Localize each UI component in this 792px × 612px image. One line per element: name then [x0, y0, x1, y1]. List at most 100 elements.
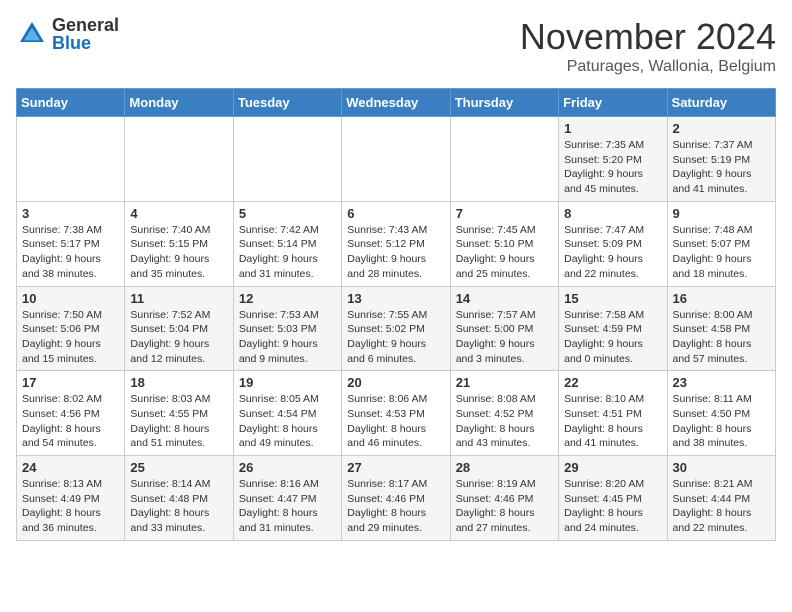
calendar-day-cell: 26Sunrise: 8:16 AM Sunset: 4:47 PM Dayli…: [233, 456, 341, 541]
header: General Blue November 2024 Paturages, Wa…: [16, 16, 776, 76]
calendar-day-cell: 21Sunrise: 8:08 AM Sunset: 4:52 PM Dayli…: [450, 371, 558, 456]
calendar-week-row: 1 Sunrise: 7:35 AM Sunset: 5:20 PM Daylig…: [17, 117, 776, 202]
location-subtitle: Paturages, Wallonia, Belgium: [520, 58, 776, 76]
calendar-day-cell: 4 Sunrise: 7:40 AM Sunset: 5:15 PM Daylig…: [125, 201, 233, 286]
calendar-day-cell: [125, 117, 233, 202]
day-info: Sunrise: 8:05 AM Sunset: 4:54 PM Dayligh…: [239, 392, 336, 451]
day-info: Sunrise: 8:11 AM Sunset: 4:50 PM Dayligh…: [673, 392, 770, 451]
calendar-day-cell: 5Sunrise: 7:42 AM Sunset: 5:14 PM Daylig…: [233, 201, 341, 286]
day-info: Sunrise: 8:19 AM Sunset: 4:46 PM Dayligh…: [456, 477, 553, 536]
calendar-header-row: SundayMondayTuesdayWednesdayThursdayFrid…: [17, 89, 776, 117]
calendar-week-row: 17 Sunrise: 8:02 AM Sunset: 4:56 PM Dayli…: [17, 371, 776, 456]
logo-icon: [16, 18, 48, 50]
calendar-day-cell: 13 Sunrise: 7:55 AM Sunset: 5:02 PM Dayli…: [342, 286, 450, 371]
day-info: Sunrise: 7:45 AM Sunset: 5:10 PM Dayligh…: [456, 223, 553, 282]
calendar-day-cell: 19 Sunrise: 8:05 AM Sunset: 4:54 PM Dayli…: [233, 371, 341, 456]
day-of-week-header: Wednesday: [342, 89, 450, 117]
calendar-day-cell: 9Sunrise: 7:48 AM Sunset: 5:07 PM Daylig…: [667, 201, 775, 286]
day-info: Sunrise: 8:10 AM Sunset: 4:51 PM Dayligh…: [564, 392, 661, 451]
calendar-day-cell: 28Sunrise: 8:19 AM Sunset: 4:46 PM Dayli…: [450, 456, 558, 541]
day-number: 9: [673, 206, 770, 221]
day-number: 13: [347, 291, 444, 306]
day-info: Sunrise: 8:03 AM Sunset: 4:55 PM Dayligh…: [130, 392, 227, 451]
day-number: 1: [564, 121, 661, 136]
calendar-day-cell: 23 Sunrise: 8:11 AM Sunset: 4:50 PM Dayli…: [667, 371, 775, 456]
calendar-day-cell: 10Sunrise: 7:50 AM Sunset: 5:06 PM Dayli…: [17, 286, 125, 371]
calendar-day-cell: 29Sunrise: 8:20 AM Sunset: 4:45 PM Dayli…: [559, 456, 667, 541]
day-number: 12: [239, 291, 336, 306]
calendar-day-cell: [233, 117, 341, 202]
day-info: Sunrise: 7:43 AM Sunset: 5:12 PM Dayligh…: [347, 223, 444, 282]
day-number: 26: [239, 460, 336, 475]
day-info: Sunrise: 8:21 AM Sunset: 4:44 PM Dayligh…: [673, 477, 770, 536]
day-number: 27: [347, 460, 444, 475]
day-of-week-header: Saturday: [667, 89, 775, 117]
day-info: Sunrise: 7:55 AM Sunset: 5:02 PM Dayligh…: [347, 308, 444, 367]
day-info: Sunrise: 7:38 AM Sunset: 5:17 PM Dayligh…: [22, 223, 119, 282]
calendar-day-cell: 2Sunrise: 7:37 AM Sunset: 5:19 PM Daylig…: [667, 117, 775, 202]
day-number: 2: [673, 121, 770, 136]
day-number: 21: [456, 375, 553, 390]
day-number: 11: [130, 291, 227, 306]
day-info: Sunrise: 7:47 AM Sunset: 5:09 PM Dayligh…: [564, 223, 661, 282]
logo: General Blue: [16, 16, 119, 52]
calendar-day-cell: 20 Sunrise: 8:06 AM Sunset: 4:53 PM Dayli…: [342, 371, 450, 456]
day-of-week-header: Monday: [125, 89, 233, 117]
calendar-week-row: 3 Sunrise: 7:38 AM Sunset: 5:17 PM Daylig…: [17, 201, 776, 286]
day-info: Sunrise: 7:53 AM Sunset: 5:03 PM Dayligh…: [239, 308, 336, 367]
day-number: 30: [673, 460, 770, 475]
day-number: 29: [564, 460, 661, 475]
day-info: Sunrise: 8:13 AM Sunset: 4:49 PM Dayligh…: [22, 477, 119, 536]
logo-text: General Blue: [52, 16, 119, 52]
day-info: Sunrise: 7:35 AM Sunset: 5:20 PM Dayligh…: [564, 138, 661, 197]
calendar-day-cell: 16Sunrise: 8:00 AM Sunset: 4:58 PM Dayli…: [667, 286, 775, 371]
day-info: Sunrise: 8:17 AM Sunset: 4:46 PM Dayligh…: [347, 477, 444, 536]
calendar-day-cell: [342, 117, 450, 202]
calendar-week-row: 24Sunrise: 8:13 AM Sunset: 4:49 PM Dayli…: [17, 456, 776, 541]
day-number: 19: [239, 375, 336, 390]
day-number: 25: [130, 460, 227, 475]
day-number: 4: [130, 206, 227, 221]
calendar-day-cell: 12 Sunrise: 7:53 AM Sunset: 5:03 PM Dayli…: [233, 286, 341, 371]
calendar-day-cell: 15 Sunrise: 7:58 AM Sunset: 4:59 PM Dayli…: [559, 286, 667, 371]
day-number: 23: [673, 375, 770, 390]
day-info: Sunrise: 7:58 AM Sunset: 4:59 PM Dayligh…: [564, 308, 661, 367]
day-info: Sunrise: 7:42 AM Sunset: 5:14 PM Dayligh…: [239, 223, 336, 282]
day-info: Sunrise: 7:40 AM Sunset: 5:15 PM Dayligh…: [130, 223, 227, 282]
day-number: 8: [564, 206, 661, 221]
logo-blue-label: Blue: [52, 34, 119, 52]
title-area: November 2024 Paturages, Wallonia, Belgi…: [520, 16, 776, 76]
calendar-day-cell: 7 Sunrise: 7:45 AM Sunset: 5:10 PM Daylig…: [450, 201, 558, 286]
day-info: Sunrise: 8:02 AM Sunset: 4:56 PM Dayligh…: [22, 392, 119, 451]
calendar-day-cell: 24Sunrise: 8:13 AM Sunset: 4:49 PM Dayli…: [17, 456, 125, 541]
day-number: 17: [22, 375, 119, 390]
day-info: Sunrise: 7:57 AM Sunset: 5:00 PM Dayligh…: [456, 308, 553, 367]
calendar-day-cell: 25Sunrise: 8:14 AM Sunset: 4:48 PM Dayli…: [125, 456, 233, 541]
day-number: 18: [130, 375, 227, 390]
day-info: Sunrise: 8:06 AM Sunset: 4:53 PM Dayligh…: [347, 392, 444, 451]
day-number: 10: [22, 291, 119, 306]
calendar-day-cell: 11 Sunrise: 7:52 AM Sunset: 5:04 PM Dayli…: [125, 286, 233, 371]
day-of-week-header: Sunday: [17, 89, 125, 117]
calendar-day-cell: 3 Sunrise: 7:38 AM Sunset: 5:17 PM Daylig…: [17, 201, 125, 286]
logo-general-label: General: [52, 16, 119, 34]
day-number: 14: [456, 291, 553, 306]
calendar-day-cell: [450, 117, 558, 202]
month-title: November 2024: [520, 16, 776, 58]
calendar-day-cell: [17, 117, 125, 202]
calendar-day-cell: 30 Sunrise: 8:21 AM Sunset: 4:44 PM Dayli…: [667, 456, 775, 541]
day-info: Sunrise: 8:00 AM Sunset: 4:58 PM Dayligh…: [673, 308, 770, 367]
day-number: 22: [564, 375, 661, 390]
calendar-day-cell: 1 Sunrise: 7:35 AM Sunset: 5:20 PM Daylig…: [559, 117, 667, 202]
day-number: 6: [347, 206, 444, 221]
day-number: 3: [22, 206, 119, 221]
calendar-day-cell: 18 Sunrise: 8:03 AM Sunset: 4:55 PM Dayli…: [125, 371, 233, 456]
calendar-day-cell: 17 Sunrise: 8:02 AM Sunset: 4:56 PM Dayli…: [17, 371, 125, 456]
day-info: Sunrise: 7:52 AM Sunset: 5:04 PM Dayligh…: [130, 308, 227, 367]
day-of-week-header: Tuesday: [233, 89, 341, 117]
day-number: 15: [564, 291, 661, 306]
day-number: 7: [456, 206, 553, 221]
day-of-week-header: Thursday: [450, 89, 558, 117]
day-number: 20: [347, 375, 444, 390]
calendar-day-cell: 8 Sunrise: 7:47 AM Sunset: 5:09 PM Daylig…: [559, 201, 667, 286]
